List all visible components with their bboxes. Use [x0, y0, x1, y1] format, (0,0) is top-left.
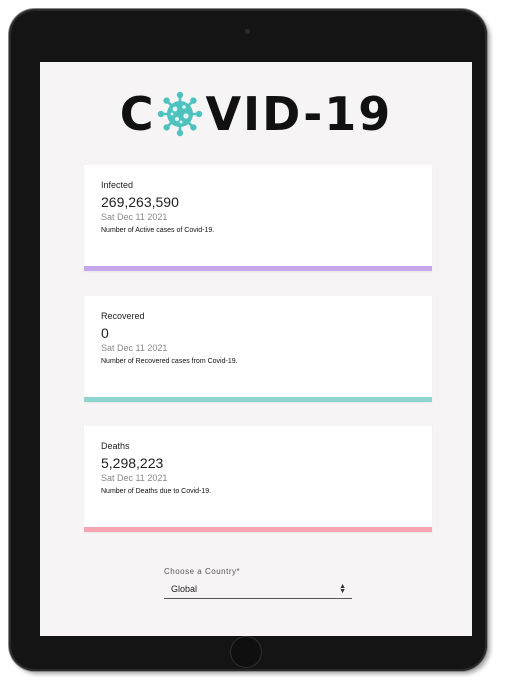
card-description: Number of Recovered cases from Covid-19.: [101, 358, 238, 365]
app-screen: C VID-19 Infected 269,263,590 Sat Dec 11…: [40, 62, 472, 636]
recovered-card: Recovered 0 Sat Dec 11 2021 Number of Re…: [84, 296, 432, 402]
logo-text-left: C: [119, 87, 156, 141]
card-description: Number of Active cases of Covid-19.: [101, 227, 215, 234]
infected-card: Infected 269,263,590 Sat Dec 11 2021 Num…: [84, 165, 432, 271]
card-value: 5,298,223: [101, 455, 164, 471]
deaths-accent-bar: [84, 527, 432, 532]
virus-icon: [158, 91, 203, 137]
card-value: 0: [101, 325, 109, 341]
card-date: Sat Dec 11 2021: [101, 212, 168, 222]
infected-accent-bar: [84, 266, 432, 271]
camera-icon: [245, 29, 250, 34]
card-title: Recovered: [101, 311, 145, 321]
country-select-value: Global: [171, 583, 198, 594]
app-logo: C VID-19: [40, 86, 472, 142]
country-select-label: Choose a Country*: [164, 567, 241, 576]
select-arrows-icon: ▲ ▼: [339, 583, 346, 595]
home-button[interactable]: [231, 637, 261, 667]
card-value: 269,263,590: [101, 194, 179, 210]
recovered-accent-bar: [84, 397, 432, 402]
deaths-card: Deaths 5,298,223 Sat Dec 11 2021 Number …: [84, 426, 432, 532]
card-description: Number of Deaths due to Covid-19.: [101, 488, 212, 495]
card-title: Deaths: [101, 441, 130, 451]
country-select[interactable]: Global ▲ ▼: [164, 579, 352, 599]
logo-text-right: VID-19: [205, 87, 393, 141]
card-date: Sat Dec 11 2021: [101, 473, 168, 483]
card-date: Sat Dec 11 2021: [101, 343, 168, 353]
card-title: Infected: [101, 180, 134, 190]
tablet-frame: C VID-19 Infected 269,263,590 Sat Dec 11…: [9, 9, 487, 671]
